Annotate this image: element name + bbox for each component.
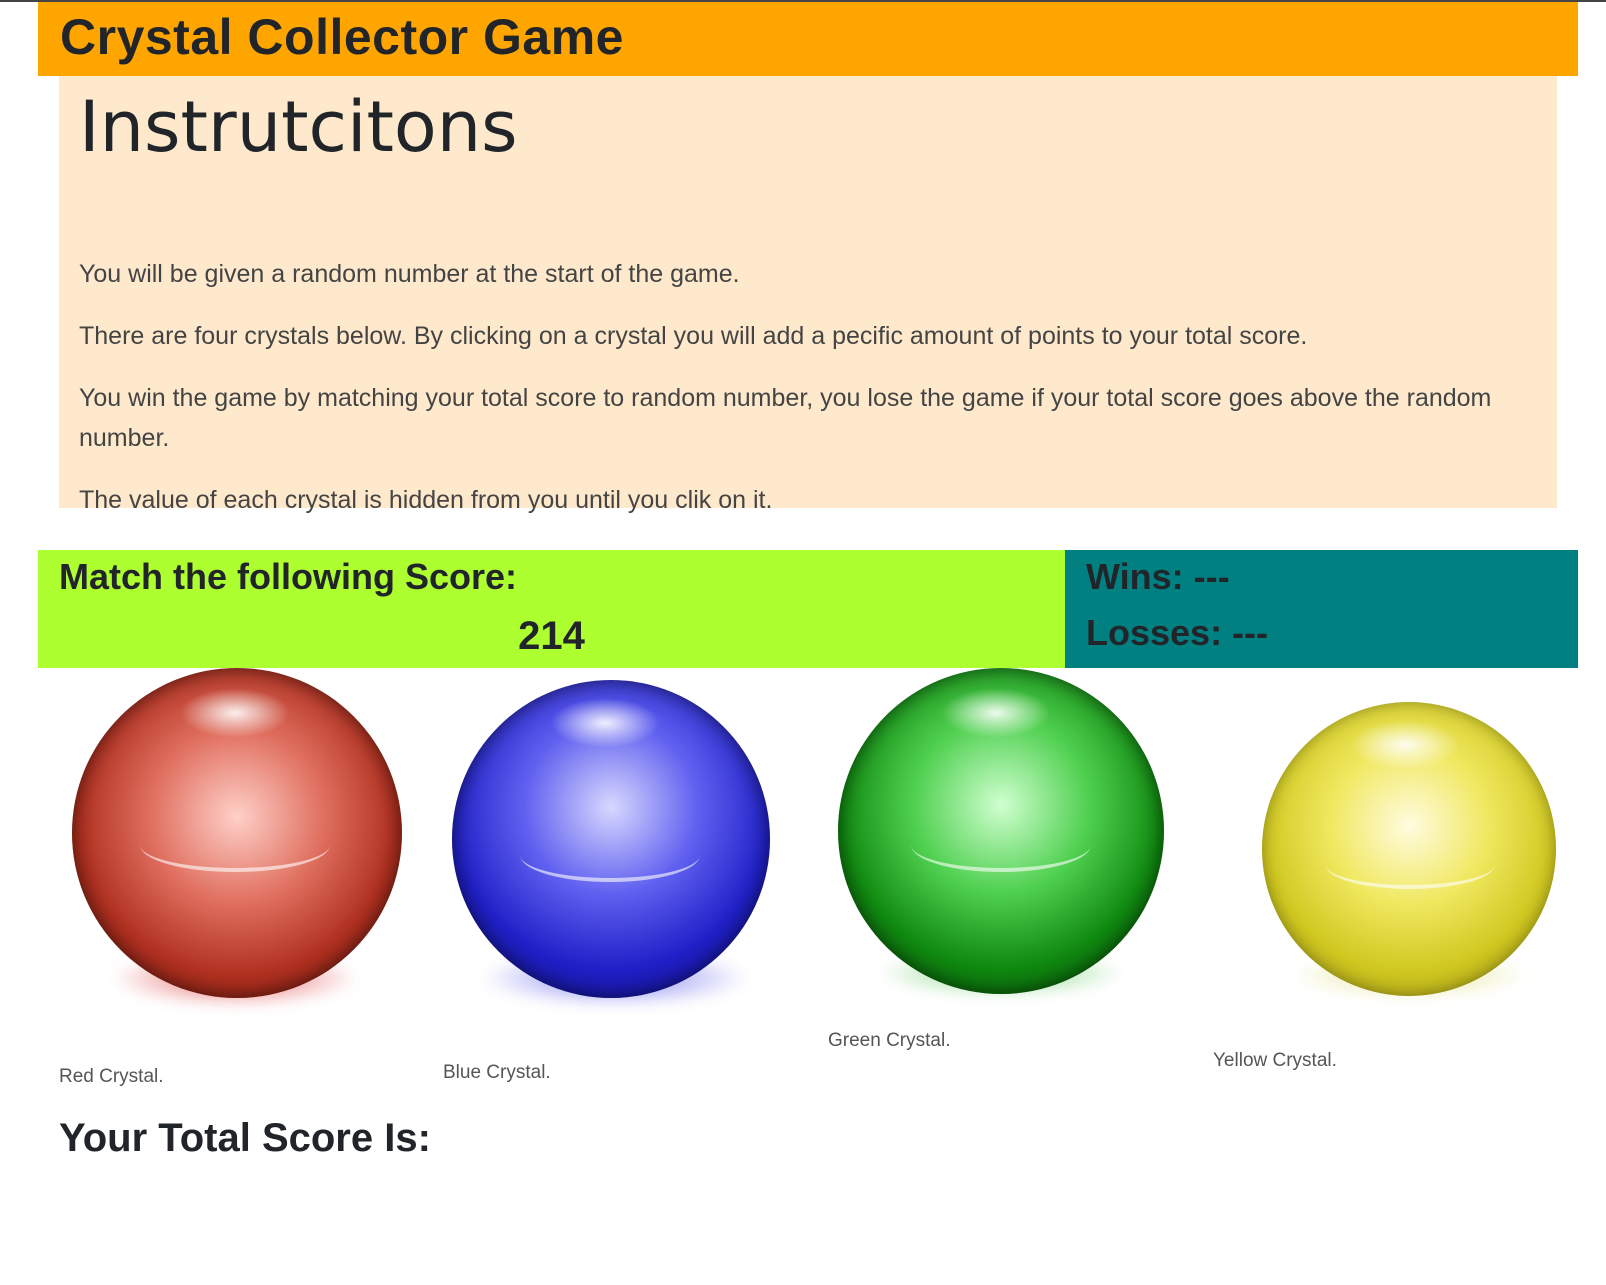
instructions-heading: Instrutcitons — [79, 86, 518, 168]
yellow-crystal-caption: Yellow Crystal. — [1213, 1050, 1337, 1071]
red-crystal-button[interactable] — [70, 668, 410, 1048]
wins-counter: Wins: --- — [1086, 556, 1230, 597]
blue-crystal-button[interactable] — [450, 668, 790, 1048]
green-crystal-highlight — [941, 688, 1051, 738]
red-crystal-caption: Red Crystal. — [59, 1066, 164, 1087]
instructions-panel: Instrutcitons You will be given a random… — [59, 76, 1557, 576]
yellow-crystal-button[interactable] — [1260, 700, 1560, 1040]
target-score-label: Match the following Score: — [59, 556, 518, 597]
instruction-paragraph: You will be given a random number at the… — [79, 260, 740, 288]
page-title: Crystal Collector Game — [60, 9, 624, 65]
yellow-crystal-highlight — [1350, 720, 1460, 770]
blue-crystal-reflection — [520, 828, 700, 882]
green-crystal-caption: Green Crystal. — [828, 1030, 951, 1051]
red-crystal-reflection — [140, 818, 330, 872]
target-score-panel: Match the following Score: 214 — [38, 550, 1065, 668]
target-score-value: 214 — [518, 614, 585, 658]
red-crystal-highlight — [180, 688, 290, 738]
instruction-paragraph: You win the game by matching your total … — [79, 384, 1492, 452]
yellow-crystal-reflection — [1325, 840, 1495, 889]
instruction-paragraph: There are four crystals below. By clicki… — [79, 322, 1308, 350]
total-score-label: Your Total Score Is: — [59, 1116, 431, 1160]
stats-panel: Wins: --- Losses: --- — [1065, 550, 1578, 668]
blue-crystal-caption: Blue Crystal. — [443, 1062, 551, 1083]
blue-crystal-highlight — [550, 698, 660, 748]
green-crystal-button[interactable] — [836, 668, 1176, 1018]
instruction-paragraph: The value of each crystal is hidden from… — [79, 486, 773, 514]
green-crystal-reflection — [911, 818, 1091, 872]
page-header: Crystal Collector Game — [38, 2, 1578, 76]
losses-counter: Losses: --- — [1086, 612, 1269, 653]
